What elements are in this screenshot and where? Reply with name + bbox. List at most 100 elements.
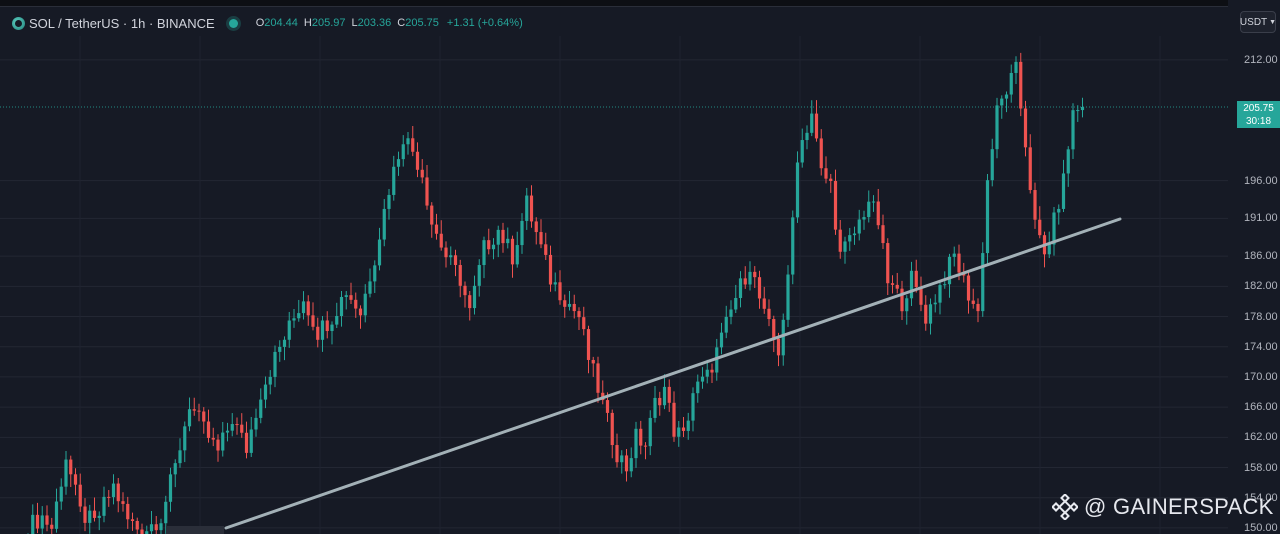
candle-body xyxy=(111,483,116,498)
candle-body xyxy=(287,320,291,340)
candle-body xyxy=(259,399,263,418)
candle-body xyxy=(705,369,709,377)
candle-body xyxy=(1033,190,1037,220)
candle-body xyxy=(814,113,819,139)
candle-body xyxy=(107,496,111,498)
candle-body xyxy=(197,410,201,412)
price-axis[interactable] xyxy=(1228,0,1280,534)
candle-body xyxy=(1066,149,1070,174)
candle-body xyxy=(45,515,49,525)
candle-body xyxy=(192,409,196,411)
candle-body xyxy=(363,293,367,316)
candle-body xyxy=(648,417,652,447)
candle-body xyxy=(520,220,524,246)
candle-body xyxy=(662,386,667,406)
candle-body xyxy=(235,424,239,426)
candle-body xyxy=(1023,108,1028,148)
candle-body xyxy=(914,270,918,287)
candlestick-chart[interactable] xyxy=(0,0,1280,534)
candle-body xyxy=(439,233,443,248)
candle-body xyxy=(31,514,35,534)
candle-body xyxy=(102,496,106,516)
currency-selector-button[interactable]: USDT ▼ xyxy=(1240,11,1276,33)
candle-body xyxy=(449,255,453,258)
candle-body xyxy=(966,275,971,301)
candle-body xyxy=(211,437,215,440)
candle-body xyxy=(35,514,40,529)
candle-body xyxy=(743,278,747,285)
candle-body xyxy=(909,270,914,299)
candle-body xyxy=(667,386,671,403)
candle-body xyxy=(805,132,809,141)
candle-body xyxy=(681,427,686,431)
candle-body xyxy=(116,483,120,502)
price-tick-label: 158.00 xyxy=(1244,461,1278,474)
candle-body xyxy=(491,244,496,250)
candle-body xyxy=(249,429,253,453)
candle-body xyxy=(316,326,320,340)
candle-body xyxy=(558,282,562,301)
candle-body xyxy=(1076,110,1080,112)
candle-body xyxy=(525,195,529,221)
candle-body xyxy=(724,316,728,333)
market-status-icon xyxy=(228,18,238,28)
candle-body xyxy=(900,288,904,312)
candle-body xyxy=(406,138,410,145)
candle-body xyxy=(392,166,396,195)
candle-body xyxy=(140,529,144,534)
candle-body xyxy=(50,524,54,529)
candle-body xyxy=(729,309,733,317)
high-value: 205.97 xyxy=(311,17,346,29)
candle-body xyxy=(187,409,192,427)
candle-body xyxy=(838,229,842,252)
candle-body xyxy=(430,205,434,225)
candle-body xyxy=(278,346,282,352)
close-value: 205.75 xyxy=(405,17,439,29)
candle-body xyxy=(126,503,130,520)
candle-body xyxy=(311,315,315,327)
low-value: 203.36 xyxy=(357,17,392,29)
candle-body xyxy=(130,519,135,521)
candle-body xyxy=(772,319,776,339)
candle-body xyxy=(981,253,985,312)
candle-body xyxy=(686,420,690,431)
candle-body xyxy=(444,247,448,258)
symbol-header: SOL / TetherUS · 1h · BINANCE O 204.44 H2… xyxy=(12,13,525,33)
candle-body xyxy=(1052,212,1056,245)
candle-body xyxy=(411,138,415,152)
candle-body xyxy=(1057,208,1061,213)
candle-body xyxy=(515,245,519,265)
candle-body xyxy=(857,219,861,234)
candle-body xyxy=(653,397,657,418)
candle-body xyxy=(762,298,766,309)
candle-body xyxy=(748,271,752,285)
price-tick-label: 178.00 xyxy=(1244,310,1278,323)
candle-body xyxy=(59,486,63,502)
price-tick-label: 166.00 xyxy=(1244,401,1278,414)
candle-body xyxy=(776,338,781,356)
candle-body xyxy=(178,450,182,464)
symbol-title[interactable]: SOL / TetherUS · 1h · BINANCE xyxy=(29,16,215,31)
candle-body xyxy=(586,329,591,360)
price-tick-label: 212.00 xyxy=(1244,53,1278,66)
candle-body xyxy=(786,274,790,320)
candle-body xyxy=(273,351,277,377)
candle-body xyxy=(83,506,87,523)
candle-body xyxy=(867,201,871,218)
candle-body xyxy=(159,523,163,531)
candle-body xyxy=(957,253,961,273)
candle-body xyxy=(164,501,168,524)
candle-body xyxy=(202,411,206,422)
candle-body xyxy=(548,254,553,285)
candle-body xyxy=(1004,94,1009,99)
candle-body xyxy=(339,296,344,316)
candle-body xyxy=(487,240,491,250)
candle-body xyxy=(976,303,980,312)
candle-body xyxy=(890,283,895,285)
candle-body xyxy=(463,285,467,296)
candle-body xyxy=(582,317,586,330)
candle-body xyxy=(183,426,187,451)
candle-body xyxy=(320,320,325,340)
candle-body xyxy=(677,427,681,437)
candle-body xyxy=(691,393,695,421)
